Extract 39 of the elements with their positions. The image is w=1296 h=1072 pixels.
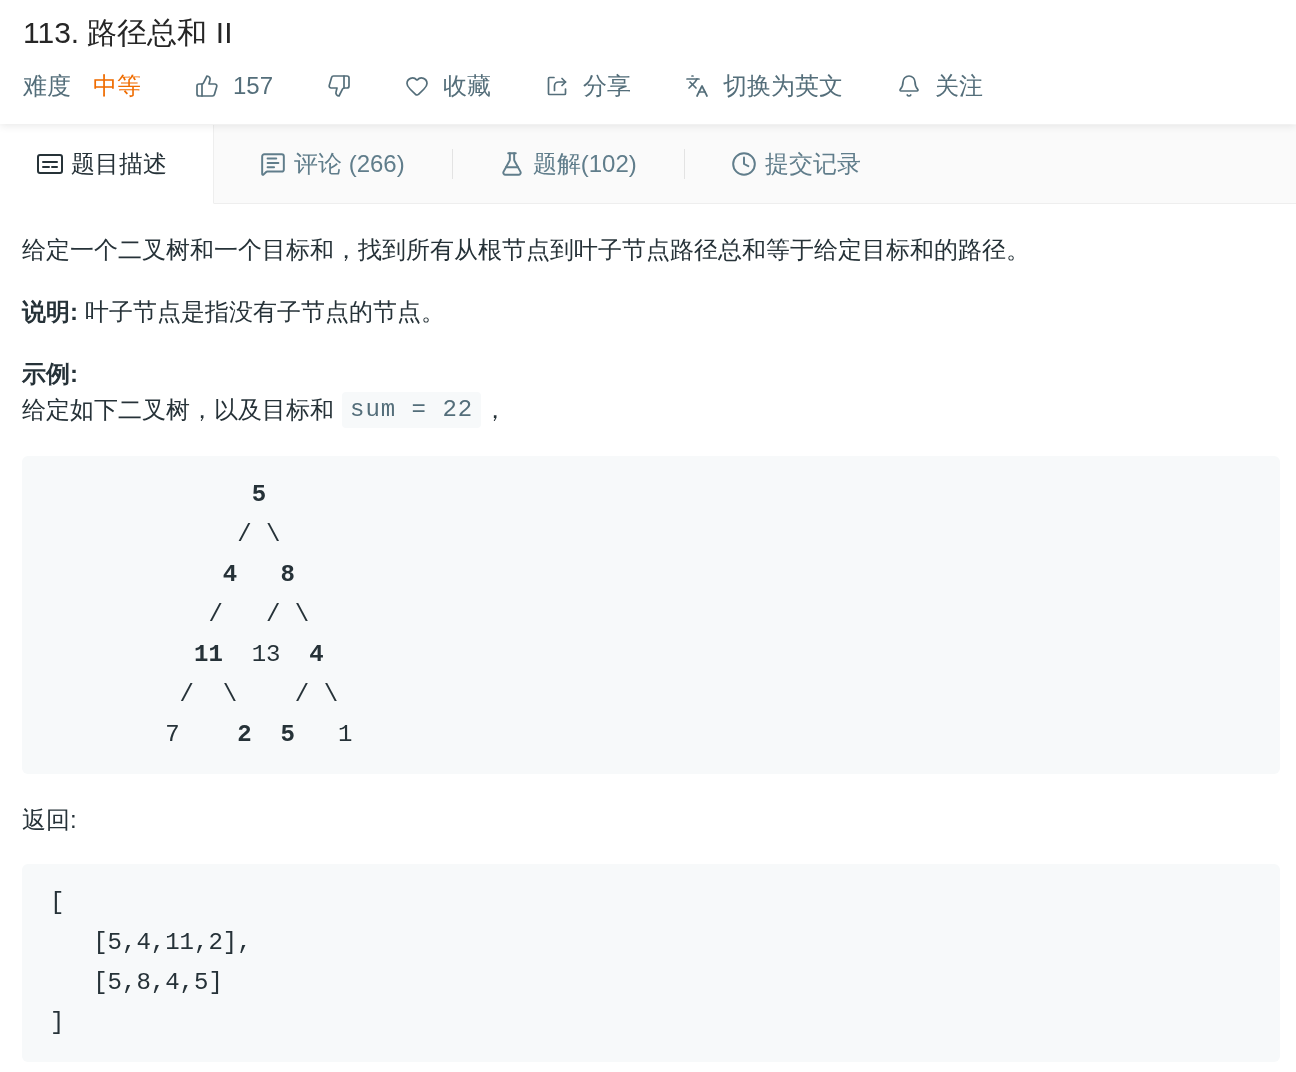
code-line: [5,4,11,2], xyxy=(92,928,252,958)
section-heading: 示例: xyxy=(22,359,78,389)
sentence-text: 给定如下二叉树，以及目标和 xyxy=(22,395,334,425)
difficulty-label: 难度 xyxy=(23,71,71,101)
code-line: 11 13 4 xyxy=(193,640,324,670)
paragraph: 给定一个二叉树和一个目标和，找到所有从根节点到叶子节点路径总和等于给定目标和的路径。 xyxy=(22,235,1031,265)
translate-icon xyxy=(685,74,710,98)
problem-title: 113. 路径总和 II xyxy=(23,15,234,51)
inline-code: sum = 22 xyxy=(342,392,482,428)
difficulty-value: 中等 xyxy=(93,71,141,101)
follow-button[interactable]: 关注 xyxy=(897,70,984,102)
code-line: 7 2 5 1 xyxy=(164,720,353,750)
text-box-icon xyxy=(37,154,63,174)
code-line: ] xyxy=(50,1008,65,1038)
share-button[interactable]: 分享 xyxy=(545,70,632,102)
code-line: 4 8 xyxy=(221,560,295,590)
sentence-text: ， xyxy=(483,395,508,425)
tab[interactable]: 题目描述 xyxy=(0,125,214,204)
tab[interactable]: 提交记录 xyxy=(684,125,908,204)
paragraph: 说明: 叶子节点是指没有子节点的节点。 xyxy=(22,297,446,327)
favorite-button[interactable]: 收藏 xyxy=(405,70,492,102)
code-line: [5,8,4,5] xyxy=(92,968,223,998)
tab[interactable]: 题解(102) xyxy=(452,125,684,204)
bell-icon xyxy=(897,74,922,98)
translate-button[interactable]: 切换为英文 xyxy=(685,70,844,102)
code-line: / \ / \ xyxy=(178,680,339,710)
thumbs-up-icon xyxy=(195,74,219,98)
code-line: 5 xyxy=(250,480,267,510)
code-line: [ xyxy=(50,888,65,918)
like-button[interactable]: 157 xyxy=(195,72,274,100)
heart-icon xyxy=(405,74,430,98)
clock-icon xyxy=(730,151,757,177)
dislike-button[interactable] xyxy=(327,74,352,98)
code-line: / \ xyxy=(236,520,281,550)
thumbs-down-icon xyxy=(327,74,352,98)
tab[interactable]: 评论 (266) xyxy=(214,125,452,204)
comment-icon xyxy=(260,151,286,177)
paragraph: 返回: xyxy=(22,805,78,835)
code-line: / / \ xyxy=(207,600,310,630)
